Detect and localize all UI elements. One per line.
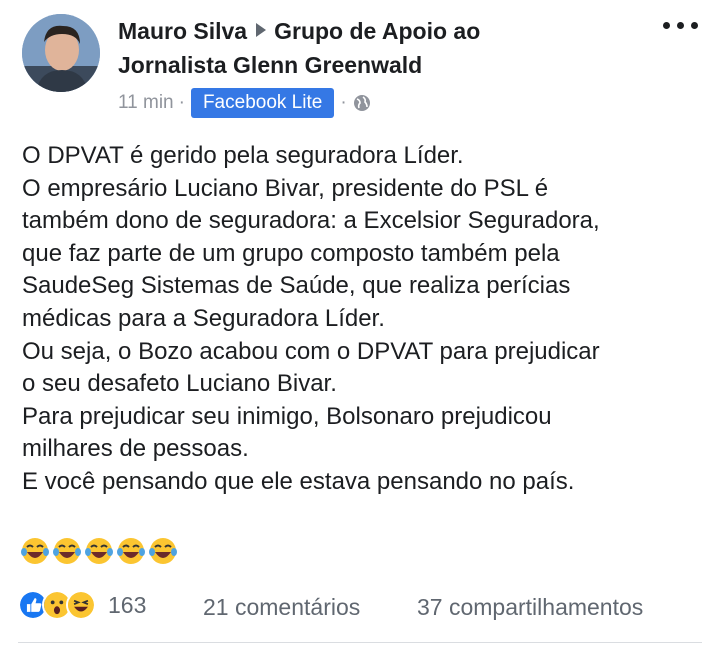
separator: · xyxy=(340,92,347,113)
post-line: O empresário Luciano Bivar, presidente d… xyxy=(22,174,549,202)
post-line: Ou seja, o Bozo acabou com o DPVAT para … xyxy=(22,337,600,365)
more-options-icon[interactable] xyxy=(663,22,698,29)
post-line: SaudeSeg Sistemas de Saúde, que realiza … xyxy=(22,272,571,300)
post-body: O DPVAT é gerido pela seguradora Líder. … xyxy=(22,140,712,499)
shares-count[interactable]: 37 compartilhamentos xyxy=(417,594,643,621)
post-line: o seu desafeto Luciano Bivar. xyxy=(22,370,337,398)
post-line: também dono de seguradora: a Excelsior S… xyxy=(22,207,600,235)
avatar[interactable] xyxy=(22,14,100,92)
post-line: Para prejudicar seu inimigo, Bolsonaro p… xyxy=(22,402,552,430)
group-name[interactable]: Grupo de Apoio ao xyxy=(274,18,480,44)
post-line: médicas para a Seguradora Líder. xyxy=(22,304,385,332)
reaction-count[interactable]: 163 xyxy=(108,592,146,619)
post-line: que faz parte de um grupo composto també… xyxy=(22,239,560,267)
emoji-row xyxy=(20,536,178,566)
triangle-right-icon xyxy=(256,23,267,37)
comments-count[interactable]: 21 comentários xyxy=(203,594,360,621)
facebook-post: Mauro Silva Grupo de Apoio ao Jornalista … xyxy=(0,0,720,651)
profile-photo-icon xyxy=(22,14,100,92)
post-line: O DPVAT é gerido pela seguradora Líder. xyxy=(22,142,464,169)
separator: · xyxy=(178,92,185,113)
group-name-continued[interactable]: Jornalista Glenn Greenwald xyxy=(118,52,422,78)
laughing-crying-icon xyxy=(53,538,81,564)
post-line: E você pensando que ele estava pensando … xyxy=(22,467,575,495)
laughing-crying-icon xyxy=(85,538,113,564)
timestamp[interactable]: 11 min xyxy=(118,92,174,114)
haha-icon xyxy=(66,590,96,620)
post-meta: 11 min · Facebook Lite · xyxy=(118,86,371,120)
globe-icon xyxy=(353,95,370,111)
divider xyxy=(18,642,702,643)
laughing-crying-icon xyxy=(117,538,145,564)
laughing-crying-icon xyxy=(21,538,49,564)
post-header: Mauro Silva Grupo de Apoio ao Jornalista … xyxy=(118,14,638,82)
author-name[interactable]: Mauro Silva xyxy=(118,18,247,44)
reactions-summary[interactable]: 163 xyxy=(18,590,146,620)
laughing-crying-icon xyxy=(149,538,177,564)
app-badge: Facebook Lite xyxy=(190,88,335,118)
post-line: milhares de pessoas. xyxy=(22,435,249,463)
